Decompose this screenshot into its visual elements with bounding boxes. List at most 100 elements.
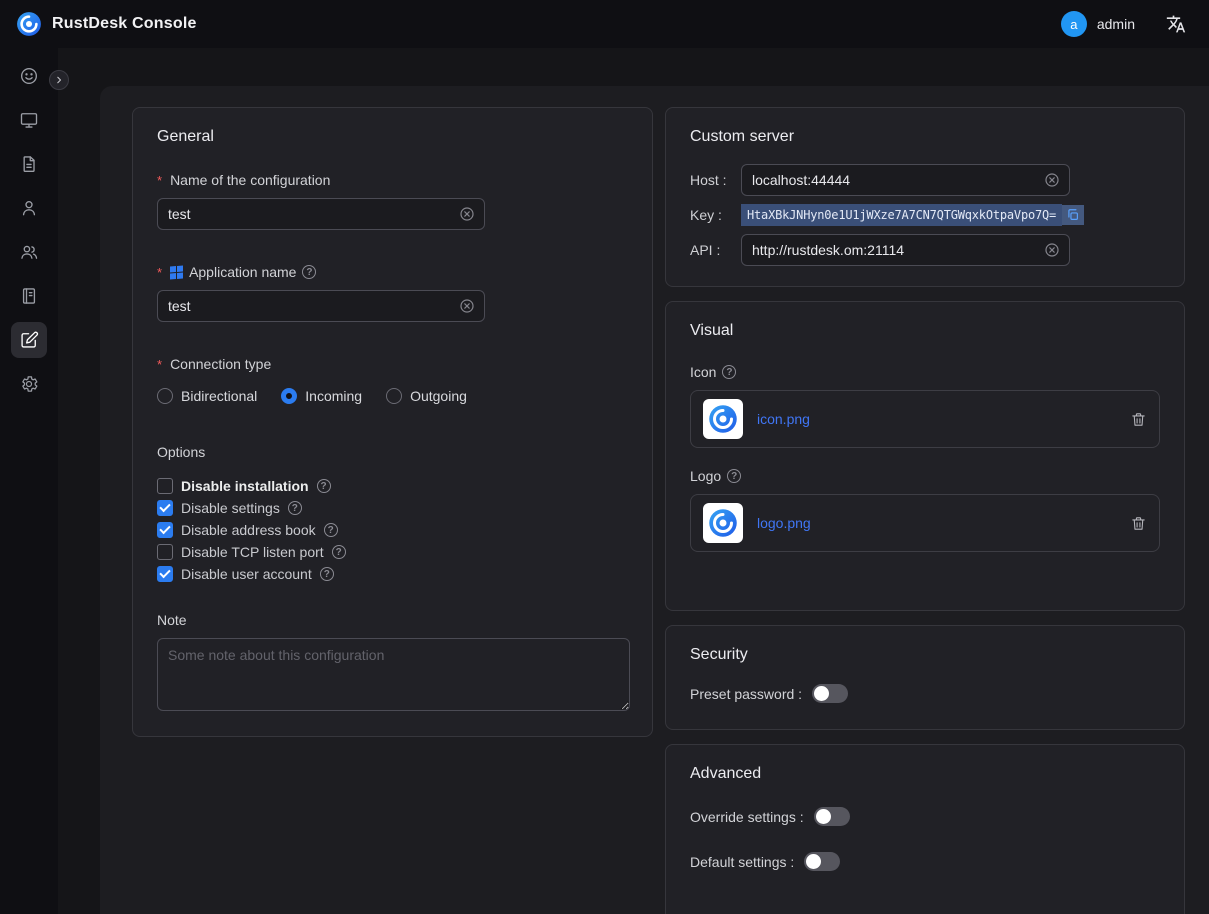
icon-filebox: icon.png xyxy=(690,390,1160,448)
toggle-knob xyxy=(806,854,821,869)
name-label-text: Name of the configuration xyxy=(170,172,330,188)
toggle-knob xyxy=(816,809,831,824)
icon-file-link[interactable]: icon.png xyxy=(757,411,810,427)
sidebar-expand-button[interactable] xyxy=(49,70,69,90)
option-disable-user-account[interactable]: Disable user account xyxy=(157,566,628,582)
sidebar-item-devices[interactable] xyxy=(11,102,47,138)
help-icon[interactable] xyxy=(320,567,334,581)
default-settings-row: Default settings : xyxy=(690,852,1160,871)
help-icon[interactable] xyxy=(317,479,331,493)
clear-input-icon[interactable] xyxy=(1045,243,1059,257)
connection-type-radios: Bidirectional Incoming Outgoing xyxy=(157,388,628,404)
default-settings-label: Default settings : xyxy=(690,854,794,870)
notebook-icon xyxy=(19,286,39,306)
option-disable-settings[interactable]: Disable settings xyxy=(157,500,628,516)
sidebar-item-users[interactable] xyxy=(11,190,47,226)
override-settings-toggle[interactable] xyxy=(814,807,850,826)
icon-label-text: Icon xyxy=(690,364,716,380)
user-icon xyxy=(19,198,39,218)
icon-thumbnail xyxy=(703,399,743,439)
host-input-field[interactable] xyxy=(752,172,1039,188)
option-disable-address-book[interactable]: Disable address book xyxy=(157,522,628,538)
application-name-input-field[interactable] xyxy=(168,298,454,314)
clear-input-icon[interactable] xyxy=(460,207,474,221)
delete-logo-button[interactable] xyxy=(1130,515,1147,532)
document-icon xyxy=(19,154,39,174)
application-name-input[interactable] xyxy=(157,290,485,322)
rustdesk-logo-icon xyxy=(708,508,738,538)
sidebar-item-settings[interactable] xyxy=(11,366,47,402)
options-label: Options xyxy=(157,444,628,460)
api-input[interactable] xyxy=(741,234,1070,266)
navbar-right: a admin xyxy=(1061,7,1193,41)
sidebar-item-logs[interactable] xyxy=(11,278,47,314)
checkbox[interactable] xyxy=(157,478,173,494)
api-input-field[interactable] xyxy=(752,242,1039,258)
default-settings-toggle[interactable] xyxy=(804,852,840,871)
radio-button[interactable] xyxy=(157,388,173,404)
content-area: General Name of the configuration Applic… xyxy=(58,48,1209,914)
preset-password-label: Preset password : xyxy=(690,686,802,702)
custom-server-card: Custom server Host : Key : HtaXBkJNHyn0e… xyxy=(665,107,1185,287)
smiley-icon xyxy=(19,66,39,86)
checkbox-label: Disable TCP listen port xyxy=(181,544,324,560)
sidebar-item-groups[interactable] xyxy=(11,234,47,270)
translate-icon[interactable] xyxy=(1159,7,1193,41)
checkbox[interactable] xyxy=(157,500,173,516)
rustdesk-logo-icon xyxy=(708,404,738,434)
sidebar-item-custom-clients[interactable] xyxy=(11,322,47,358)
help-icon[interactable] xyxy=(722,365,736,379)
rustdesk-logo-icon xyxy=(16,11,42,37)
clear-input-icon[interactable] xyxy=(460,299,474,313)
sidebar-item-documents[interactable] xyxy=(11,146,47,182)
logo-label-text: Logo xyxy=(690,468,721,484)
edit-icon xyxy=(19,330,39,350)
preset-password-row: Preset password : xyxy=(690,684,1160,703)
monitor-icon xyxy=(19,110,39,130)
help-icon[interactable] xyxy=(324,523,338,537)
checkbox[interactable] xyxy=(157,522,173,538)
brand: RustDesk Console xyxy=(16,11,197,37)
sidebar-item-dashboard[interactable] xyxy=(11,58,47,94)
logo-file-link[interactable]: logo.png xyxy=(757,515,811,531)
security-card: Security Preset password : xyxy=(665,625,1185,730)
checkbox[interactable] xyxy=(157,566,173,582)
radio-outgoing[interactable]: Outgoing xyxy=(386,388,467,404)
name-input[interactable] xyxy=(157,198,485,230)
host-input[interactable] xyxy=(741,164,1070,196)
clear-input-icon[interactable] xyxy=(1045,173,1059,187)
option-disable-tcp-listen-port[interactable]: Disable TCP listen port xyxy=(157,544,628,560)
checkbox-label: Disable settings xyxy=(181,500,280,516)
radio-button[interactable] xyxy=(386,388,402,404)
chevron-right-icon xyxy=(53,74,65,86)
help-icon[interactable] xyxy=(332,545,346,559)
logo-label: Logo xyxy=(690,468,1160,484)
visual-title: Visual xyxy=(690,322,1160,340)
note-textarea[interactable] xyxy=(157,638,630,711)
checkbox-label: Disable installation xyxy=(181,478,309,494)
username[interactable]: admin xyxy=(1097,16,1135,32)
radio-button[interactable] xyxy=(281,388,297,404)
preset-password-toggle[interactable] xyxy=(812,684,848,703)
help-icon[interactable] xyxy=(288,501,302,515)
note-label-text: Note xyxy=(157,612,187,628)
avatar[interactable]: a xyxy=(1061,11,1087,37)
help-icon[interactable] xyxy=(727,469,741,483)
icon-label: Icon xyxy=(690,364,1160,380)
copy-icon[interactable] xyxy=(1062,205,1084,225)
radio-bidirectional[interactable]: Bidirectional xyxy=(157,388,257,404)
api-label: API : xyxy=(690,242,741,258)
application-name-label-text: Application name xyxy=(189,264,296,280)
name-input-field[interactable] xyxy=(168,206,454,222)
app-title: RustDesk Console xyxy=(52,15,197,33)
checkbox[interactable] xyxy=(157,544,173,560)
api-row: API : xyxy=(690,234,1160,266)
option-disable-installation[interactable]: Disable installation xyxy=(157,478,628,494)
trash-icon xyxy=(1130,411,1147,428)
gear-icon xyxy=(19,374,39,394)
windows-icon xyxy=(170,265,183,279)
options-label-text: Options xyxy=(157,444,205,460)
radio-incoming[interactable]: Incoming xyxy=(281,388,362,404)
help-icon[interactable] xyxy=(302,265,316,279)
delete-icon-button[interactable] xyxy=(1130,411,1147,428)
